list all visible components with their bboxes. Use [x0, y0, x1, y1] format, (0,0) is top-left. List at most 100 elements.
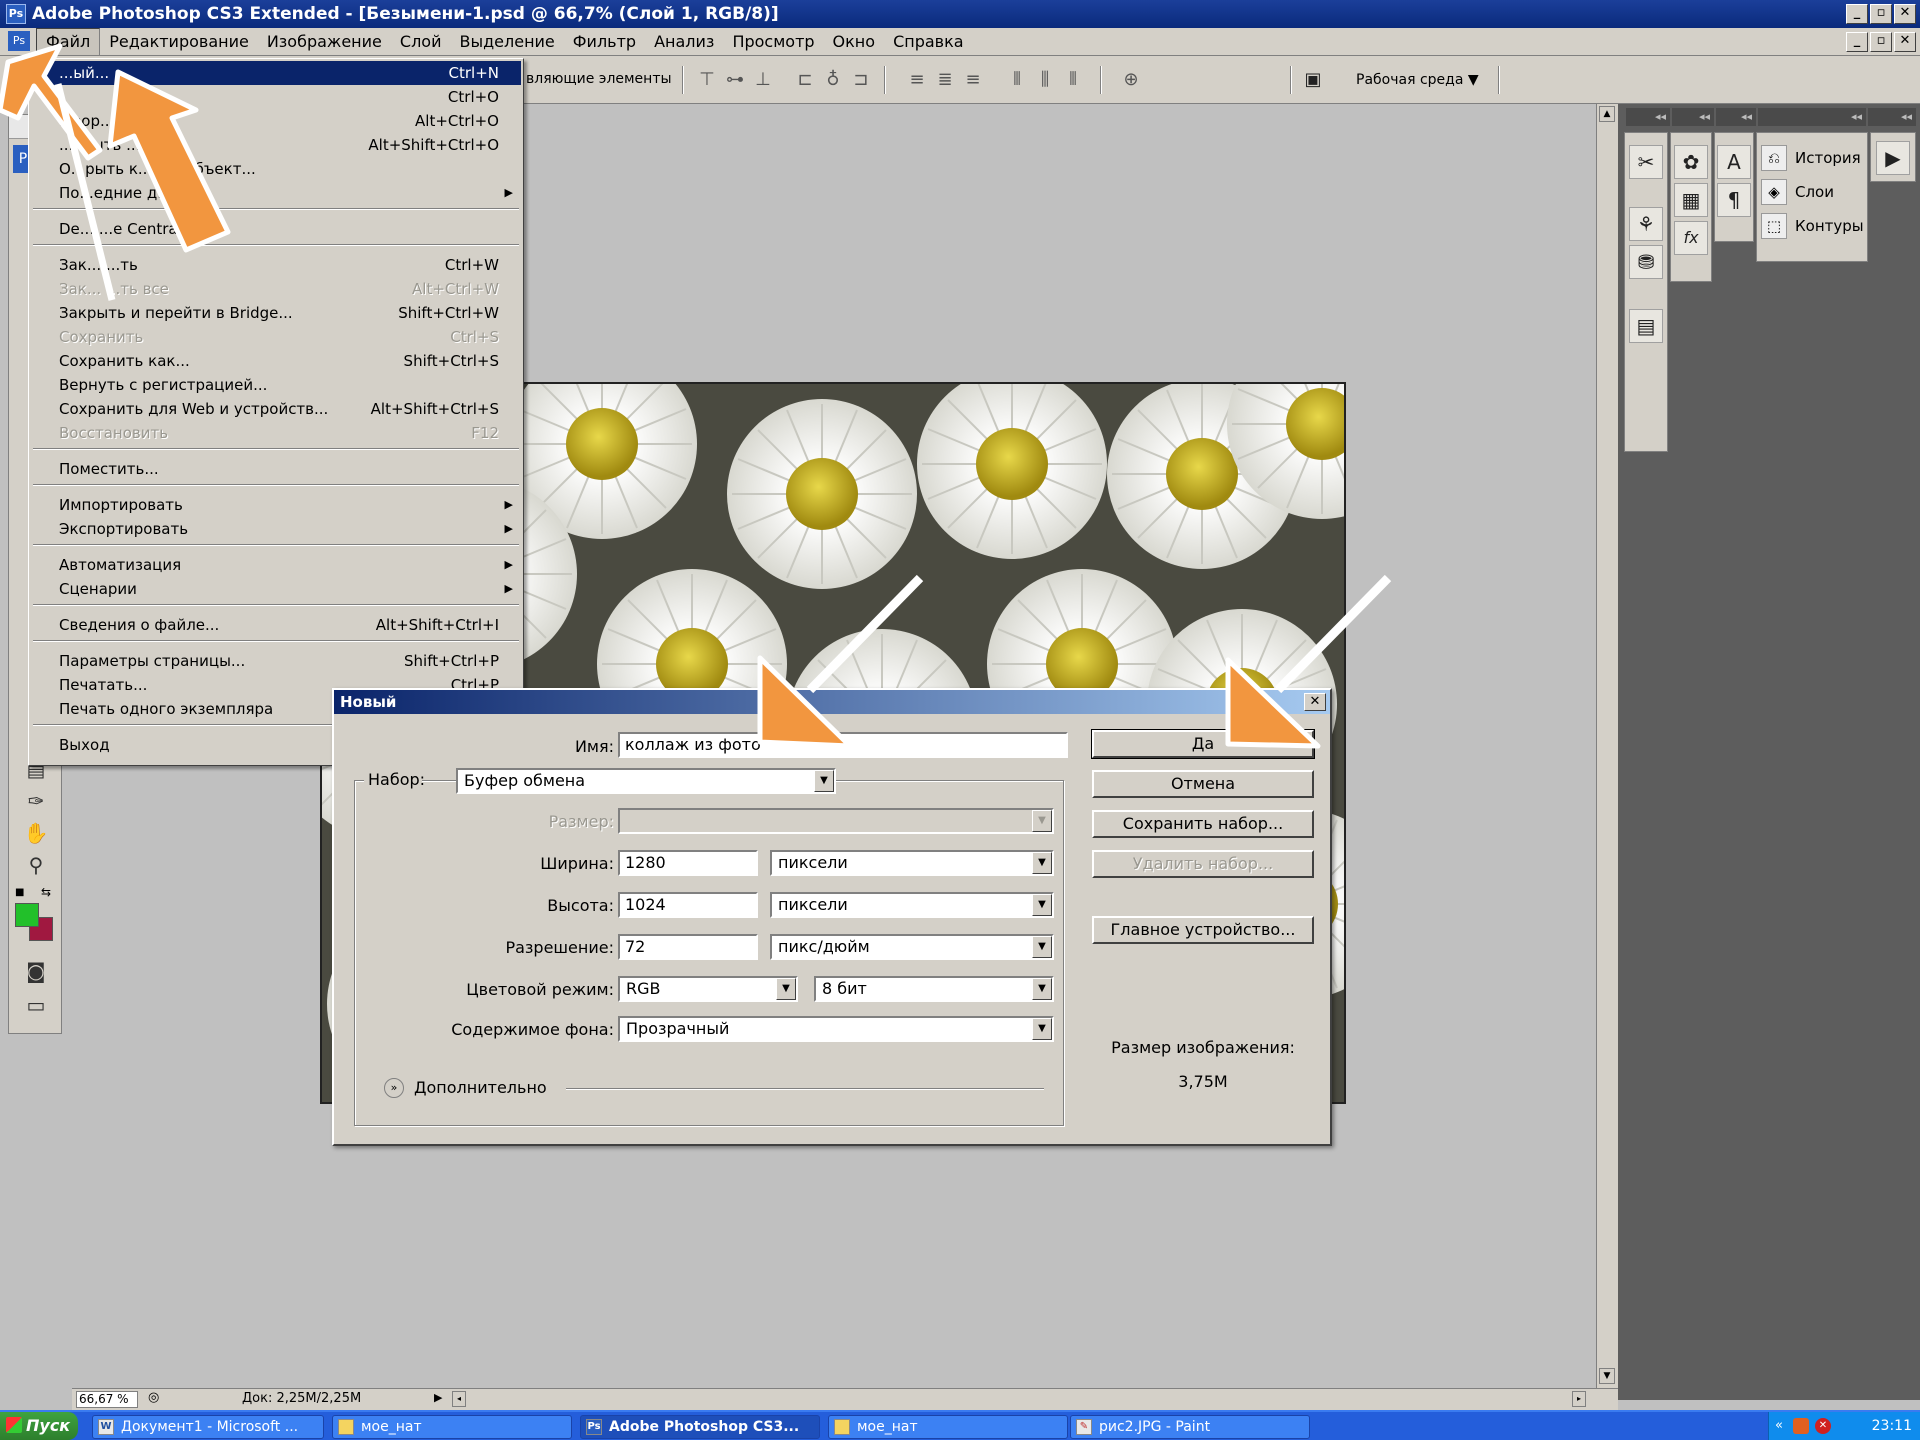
background-contents-select[interactable]: Прозрачный ▼: [618, 1016, 1054, 1042]
file-menu-item[interactable]: Ctrl+O: [31, 85, 521, 109]
paragraph-panel-icon[interactable]: ¶: [1717, 183, 1751, 217]
file-menu-item[interactable]: Экспортировать ▶: [31, 517, 521, 541]
taskbar-item-folder[interactable]: мое_нат: [332, 1415, 572, 1439]
navigator-icon[interactable]: ▤: [1629, 309, 1663, 343]
cancel-button[interactable]: Отмена: [1092, 770, 1314, 798]
menu-layer[interactable]: Слой: [391, 29, 451, 55]
distribute-right-icon[interactable]: ⫴: [1060, 69, 1086, 91]
width-unit-select[interactable]: пиксели ▼: [770, 850, 1054, 876]
hand-tool-icon[interactable]: ✋: [21, 819, 51, 847]
align-bottom-icon[interactable]: ⊥: [750, 69, 776, 91]
dock-collapse-icon[interactable]: ◂◂: [1868, 108, 1916, 126]
file-menu-item[interactable]: Сохранить для Web и устройств... Alt+Shif…: [31, 397, 521, 421]
vertical-scrollbar[interactable]: ▲ ▼: [1596, 104, 1618, 1388]
file-menu-item[interactable]: Закрыть и перейти в Bridge... Shift+Ctrl+…: [31, 301, 521, 325]
status-menu-icon[interactable]: ◎: [148, 1390, 159, 1405]
align-left-icon[interactable]: ⊏: [792, 69, 818, 91]
file-menu-item[interactable]: ...крыть ... Alt+Shift+Ctrl+O: [31, 133, 521, 157]
scroll-down-icon[interactable]: ▼: [1599, 1368, 1615, 1384]
file-menu-item[interactable]: Восстановить F12: [31, 421, 521, 445]
menu-analysis[interactable]: Анализ: [645, 29, 723, 55]
tray-expand-icon[interactable]: «: [1775, 1412, 1783, 1440]
align-right-icon[interactable]: ⊐: [848, 69, 874, 91]
dock-collapse-icon[interactable]: ◂◂: [1716, 108, 1756, 126]
advanced-label[interactable]: Дополнительно: [414, 1078, 547, 1097]
size-select[interactable]: ▼: [618, 808, 1054, 834]
width-input[interactable]: 1280: [618, 850, 758, 876]
restore-button[interactable]: ▫: [1870, 4, 1892, 24]
preset-select[interactable]: Буфер обмена ▼: [456, 768, 836, 794]
scroll-up-icon[interactable]: ▲: [1599, 106, 1615, 122]
align-vcenter-icon[interactable]: ⊶: [722, 69, 748, 91]
delete-preset-button[interactable]: Удалить набор...: [1092, 850, 1314, 878]
menu-edit[interactable]: Редактирование: [100, 29, 258, 55]
taskbar-item-word[interactable]: W Документ1 - Microsoft ...: [92, 1415, 324, 1439]
zoom-tool-icon[interactable]: ⚲: [21, 851, 51, 879]
workspace-dropdown[interactable]: Рабочая среда ▼: [1356, 66, 1496, 94]
clone-source-icon[interactable]: ⚘: [1629, 207, 1663, 241]
file-menu-item[interactable]: Сведения о файле... Alt+Shift+Ctrl+I: [31, 613, 521, 637]
file-menu-item[interactable]: Сохранить как... Shift+Ctrl+S: [31, 349, 521, 373]
menu-file[interactable]: Файл: [36, 27, 101, 56]
file-menu-item[interactable]: Параметры страницы... Shift+Ctrl+P: [31, 649, 521, 673]
distribute-bottom-icon[interactable]: ≡: [960, 69, 986, 91]
file-menu-item[interactable]: ...зор... Alt+Ctrl+O: [31, 109, 521, 133]
align-top-icon[interactable]: ⊤: [694, 69, 720, 91]
file-menu-item[interactable]: Вернуть с регистрацией...: [31, 373, 521, 397]
height-input[interactable]: 1024: [618, 892, 758, 918]
brushes-panel-icon[interactable]: ✿: [1674, 145, 1708, 179]
tray-security-icon[interactable]: ✕: [1815, 1418, 1831, 1434]
menu-filter[interactable]: Фильтр: [564, 29, 645, 55]
dock-collapse-icon[interactable]: ◂◂: [1672, 108, 1714, 126]
foreground-color-swatch[interactable]: [15, 903, 39, 927]
paths-panel-tab[interactable]: ⬚ Контуры: [1757, 209, 1867, 243]
resolution-input[interactable]: 72: [618, 934, 758, 960]
close-button[interactable]: ✕: [1894, 4, 1916, 24]
menu-image[interactable]: Изображение: [258, 29, 391, 55]
menu-view[interactable]: Просмотр: [723, 29, 823, 55]
file-menu-item[interactable]: Сохранить Ctrl+S: [31, 325, 521, 349]
zoom-field[interactable]: 66,67 %: [76, 1391, 138, 1408]
distribute-vcenter-icon[interactable]: ≣: [932, 69, 958, 91]
auto-align-icon[interactable]: ⊕: [1118, 69, 1144, 91]
file-menu-item[interactable]: О...рыть к... ...т-объект...: [31, 157, 521, 181]
height-unit-select[interactable]: пиксели ▼: [770, 892, 1054, 918]
distribute-left-icon[interactable]: ⫴: [1004, 69, 1030, 91]
file-menu-item[interactable]: Импортировать ▶: [31, 493, 521, 517]
menu-select[interactable]: Выделение: [450, 29, 563, 55]
status-arrow-icon[interactable]: ▶: [434, 1391, 442, 1404]
hscroll-left-icon[interactable]: ◂: [452, 1391, 466, 1407]
file-menu-item[interactable]: Автоматизация ▶: [31, 553, 521, 577]
taskbar-item-folder-2[interactable]: мое_нат: [828, 1415, 1068, 1439]
dock-collapse-icon[interactable]: ◂◂: [1626, 108, 1670, 126]
name-input[interactable]: коллаж из фото: [618, 732, 1068, 758]
swap-colors-icon[interactable]: ⇆: [41, 885, 55, 899]
file-menu-item[interactable]: ...ый... Ctrl+N: [31, 61, 521, 85]
file-menu-item[interactable]: Сценарии ▶: [31, 577, 521, 601]
file-menu-item[interactable]: По...едние д... ...ты ▶: [31, 181, 521, 205]
tool-presets-icon[interactable]: ✂: [1629, 145, 1663, 179]
history-panel-tab[interactable]: ⎌ История: [1757, 141, 1867, 175]
default-colors-icon[interactable]: ■: [15, 887, 29, 898]
advanced-toggle-icon[interactable]: »: [384, 1078, 404, 1098]
document-icon[interactable]: Ps: [8, 31, 30, 51]
color-mode-select[interactable]: RGB ▼: [618, 976, 798, 1002]
minimize-button[interactable]: _: [1846, 4, 1868, 24]
show-transform-controls-label[interactable]: вляющие элементы: [526, 71, 672, 87]
quick-mask-icon[interactable]: ◙: [21, 957, 51, 985]
file-menu-item[interactable]: Зак... ...ть все Alt+Ctrl+W: [31, 277, 521, 301]
doc-restore-button[interactable]: ▫: [1870, 32, 1892, 52]
file-menu-item[interactable]: De... ...e Central...: [31, 217, 521, 241]
distribute-hcenter-icon[interactable]: ⫼: [1032, 69, 1058, 91]
photoshop-app-icon[interactable]: Ps: [6, 4, 26, 24]
distribute-top-icon[interactable]: ≡: [904, 69, 930, 91]
align-hcenter-icon[interactable]: ♁: [820, 69, 846, 91]
save-preset-button[interactable]: Сохранить набор...: [1092, 810, 1314, 838]
doc-close-button[interactable]: ✕: [1894, 32, 1916, 52]
taskbar-item-photoshop[interactable]: Ps Adobe Photoshop CS3...: [580, 1415, 820, 1439]
menu-help[interactable]: Справка: [884, 29, 973, 55]
layers-panel-tab[interactable]: ◈ Слои: [1757, 175, 1867, 209]
device-central-button[interactable]: Главное устройство...: [1092, 916, 1314, 944]
file-menu-item[interactable]: Поместить...: [31, 457, 521, 481]
ok-button[interactable]: Да: [1091, 729, 1315, 759]
